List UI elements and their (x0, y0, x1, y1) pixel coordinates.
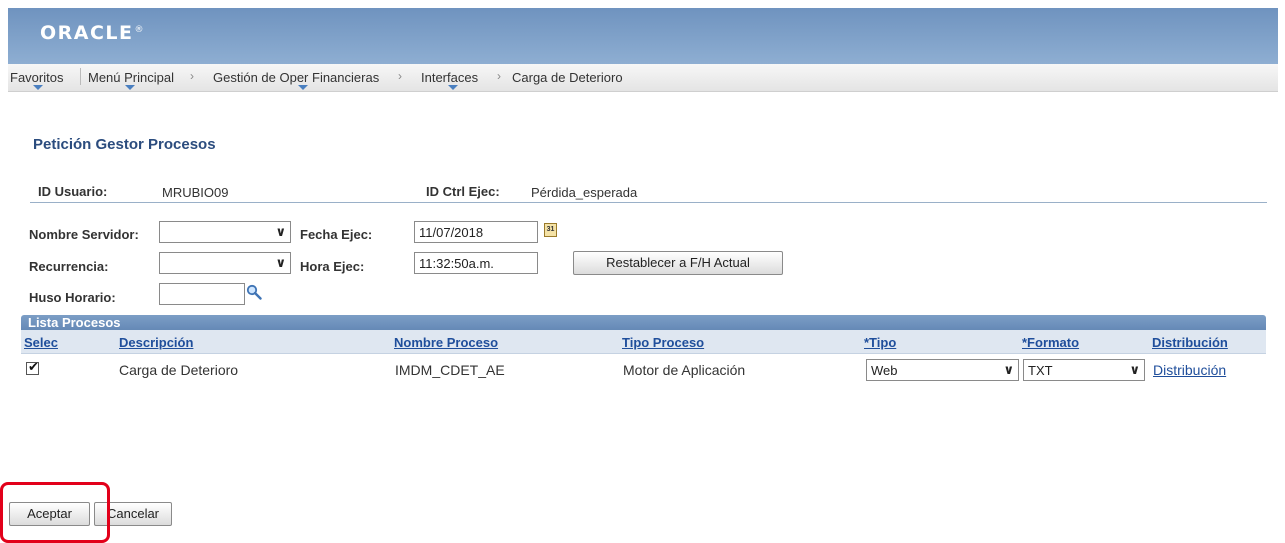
col-tipo[interactable]: *Tipo (864, 335, 896, 350)
cell-nombre-proceso: IMDM_CDET_AE (395, 362, 505, 378)
col-selec[interactable]: Selec (24, 335, 58, 350)
id-ctrl-label: ID Ctrl Ejec: (426, 184, 500, 199)
oracle-logo: ORACLE® (40, 22, 146, 44)
nav-gestion-oper[interactable]: Gestión de Oper Financieras (213, 70, 379, 85)
recurrencia-label: Recurrencia: (29, 259, 109, 274)
tipo-select[interactable]: Web ∨ (866, 359, 1019, 381)
calendar-icon[interactable]: 31 (544, 223, 557, 237)
servidor-label: Nombre Servidor: (29, 227, 139, 242)
recurrencia-select[interactable]: ∨ (159, 252, 291, 274)
menu-principal-dropdown-icon[interactable] (125, 85, 135, 90)
chevron-down-icon: ∨ (1129, 362, 1140, 377)
cell-descripcion: Carga de Deterioro (119, 362, 239, 378)
cell-tipo-proceso: Motor de Aplicación (623, 362, 746, 378)
divider (30, 202, 1267, 203)
highlight-box (0, 482, 110, 543)
id-ctrl-value: Pérdida_esperada (531, 185, 638, 200)
search-icon[interactable] (246, 284, 262, 300)
servidor-select[interactable]: ∨ (159, 221, 291, 243)
breadcrumb-separator: › (190, 69, 194, 83)
gestion-dropdown-icon[interactable] (298, 85, 308, 90)
nav-interfaces[interactable]: Interfaces (421, 70, 478, 85)
process-list-columns: Selec Descripción Nombre Proceso Tipo Pr… (21, 330, 1266, 354)
nav-favoritos[interactable]: Favoritos (10, 70, 63, 85)
breadcrumb: Favoritos Menú Principal › Gestión de Op… (8, 64, 1278, 92)
id-usuario-value: MRUBIO09 (162, 185, 229, 200)
nav-divider (80, 68, 81, 85)
chevron-down-icon: ∨ (275, 255, 286, 270)
huso-label: Huso Horario: (29, 290, 116, 305)
interfaces-dropdown-icon[interactable] (448, 85, 458, 90)
hora-input[interactable]: 11:32:50a.m. (414, 252, 538, 274)
header-banner: ORACLE® (8, 8, 1278, 64)
process-list-title: Lista Procesos (28, 315, 121, 330)
select-checkbox[interactable]: ✔︎ (26, 359, 39, 375)
hora-label: Hora Ejec: (300, 259, 365, 274)
nav-menu-principal[interactable]: Menú Principal (88, 70, 174, 85)
fecha-input[interactable]: 11/07/2018 (414, 221, 538, 243)
formato-select[interactable]: TXT ∨ (1023, 359, 1145, 381)
col-descripcion[interactable]: Descripción (119, 335, 193, 350)
col-formato[interactable]: *Formato (1022, 335, 1079, 350)
col-distribucion[interactable]: Distribución (1152, 335, 1228, 350)
id-usuario-label: ID Usuario: (38, 184, 108, 199)
breadcrumb-separator: › (398, 69, 402, 83)
breadcrumb-separator: › (497, 69, 501, 83)
chevron-down-icon: ∨ (1003, 362, 1014, 377)
chevron-down-icon: ∨ (275, 224, 286, 239)
huso-input[interactable] (159, 283, 245, 305)
col-nombre-proceso[interactable]: Nombre Proceso (394, 335, 498, 350)
nav-carga-deterioro: Carga de Deterioro (512, 70, 623, 85)
reset-datetime-button[interactable]: Restablecer a F/H Actual (573, 251, 783, 275)
fecha-label: Fecha Ejec: (300, 227, 373, 242)
checkmark-icon: ✔︎ (28, 359, 39, 374)
col-tipo-proceso[interactable]: Tipo Proceso (622, 335, 704, 350)
favoritos-dropdown-icon[interactable] (33, 85, 43, 90)
page-title: Petición Gestor Procesos (33, 136, 216, 153)
process-list-header: Lista Procesos (21, 315, 1266, 330)
distribucion-link[interactable]: Distribución (1153, 362, 1226, 378)
